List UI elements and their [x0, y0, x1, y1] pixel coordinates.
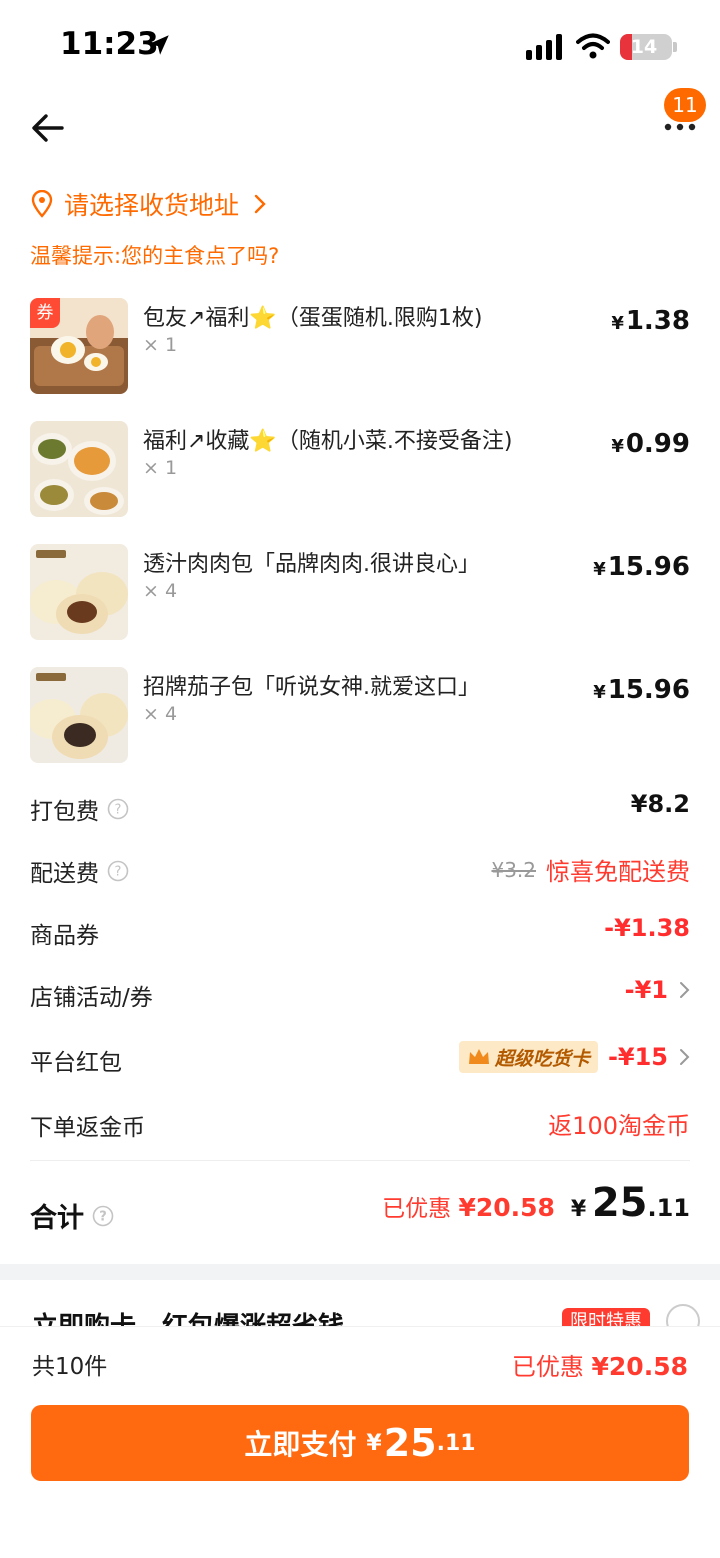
store-activity-label: 店铺活动/券 — [30, 985, 153, 1011]
limited-offer-tag: 限时特惠 — [562, 1308, 650, 1326]
status-bar: 11:23 14 — [0, 0, 720, 96]
item-name: 包友↗福利⭐️（蛋蛋随机.限购1枚) — [143, 306, 483, 331]
item-thumbnail-side-dishes — [30, 421, 128, 517]
promo-radio[interactable] — [666, 1304, 700, 1326]
cellular-signal-icon — [526, 34, 562, 60]
item-name: 透汁肉肉包「品牌肉肉.很讲良心」 — [143, 552, 480, 577]
staple-food-tip: 温馨提示:您的主食点了吗? — [30, 244, 280, 268]
coin-reward-row: 下单返金币 返100淘金币 — [30, 1104, 690, 1144]
status-time: 11:23 — [60, 26, 159, 62]
location-pin-icon — [31, 190, 53, 218]
pay-amount-dec: .11 — [436, 1430, 476, 1456]
delivery-fee-label: 配送费 — [30, 861, 99, 887]
store-activity-value: -¥1 — [624, 976, 668, 1004]
order-item[interactable]: 透汁肉肉包「品牌肉肉.很讲良心」 × 4 ¥15.96 — [30, 544, 690, 642]
battery-level: 14 — [630, 36, 658, 58]
item-price: ¥1.38 — [611, 306, 690, 336]
pay-currency: ¥ — [366, 1430, 382, 1456]
order-item[interactable]: 福利↗收藏⭐️（随机小菜.不接受备注) × 1 ¥0.99 — [30, 421, 690, 519]
item-name: 福利↗收藏⭐️（随机小菜.不接受备注) — [143, 429, 513, 454]
total-saved: 已优惠 ¥20.58 — [382, 1193, 555, 1222]
battery-icon: 14 — [620, 34, 672, 60]
item-price: ¥15.96 — [593, 675, 690, 705]
location-arrow-icon — [149, 35, 169, 55]
pay-amount-int: 25 — [383, 1421, 437, 1465]
item-quantity: × 4 — [143, 703, 178, 725]
delivery-fee-row: 配送费 ? ¥3.2 惊喜免配送费 — [30, 850, 690, 890]
checkout-bar: 共10件 已优惠 ¥20.58 立即支付 ¥ 25 .11 — [0, 1326, 720, 1558]
super-foodie-card-badge[interactable]: 超级吃货卡 — [458, 1041, 598, 1073]
battery-nub — [673, 42, 677, 52]
help-icon[interactable]: ? — [92, 1205, 114, 1227]
crown-icon — [468, 1049, 489, 1064]
svg-text:?: ? — [99, 1209, 107, 1224]
help-icon[interactable]: ? — [107, 798, 129, 820]
delivery-fee-value: 惊喜免配送费 — [546, 858, 690, 886]
packing-fee-row: 打包费 ? ¥8.2 — [30, 788, 690, 828]
order-item[interactable]: 招牌茄子包「听说女神.就爱这口」 × 4 ¥15.96 — [30, 667, 690, 765]
svg-text:?: ? — [115, 803, 122, 818]
address-selector[interactable]: 请选择收货地址 — [30, 186, 267, 222]
total-price: ¥ 25.11 — [570, 1180, 690, 1226]
total-label: 合计 — [30, 1203, 84, 1234]
message-count-badge[interactable]: 11 — [664, 88, 706, 122]
product-coupon-label: 商品券 — [30, 923, 99, 949]
packing-fee-value: ¥8.2 — [630, 790, 690, 818]
store-activity-row[interactable]: 店铺活动/券 -¥1 — [30, 974, 690, 1014]
platform-redpacket-label: 平台红包 — [30, 1050, 122, 1076]
item-thumbnail-eggplant-bun — [30, 667, 128, 763]
platform-redpacket-row[interactable]: 平台红包 超级吃货卡 -¥15 — [30, 1039, 690, 1079]
total-amount-group: 已优惠 ¥20.58 ¥ 25.11 — [382, 1180, 690, 1226]
super-foodie-card-label: 超级吃货卡 — [494, 1047, 590, 1070]
svg-text:?: ? — [115, 865, 122, 880]
coupon-tag: 券 — [30, 298, 60, 328]
section-gap — [0, 1264, 720, 1280]
chevron-right-icon — [254, 194, 266, 214]
vip-card-promo-text: 立即购卡，红包爆涨超省钱 — [32, 1306, 344, 1326]
bottom-saved: 已优惠 ¥20.58 — [511, 1352, 688, 1381]
help-icon[interactable]: ? — [107, 860, 129, 882]
address-label: 请选择收货地址 — [64, 191, 240, 220]
pay-now-label: 立即支付 — [244, 1428, 357, 1461]
platform-redpacket-value: -¥15 — [607, 1043, 668, 1071]
product-coupon-value: -¥1.38 — [604, 914, 690, 942]
back-arrow-icon[interactable] — [30, 110, 66, 146]
coin-reward-value: 返100淘金币 — [548, 1112, 690, 1140]
total-label-group: 合计 ? — [30, 1196, 114, 1235]
packing-fee-label: 打包费 — [30, 799, 99, 825]
item-quantity: × 1 — [143, 457, 178, 479]
chevron-right-icon — [680, 982, 690, 998]
item-quantity: × 1 — [143, 334, 178, 356]
product-coupon-row[interactable]: 商品券 -¥1.38 — [30, 912, 690, 952]
item-name: 招牌茄子包「听说女神.就爱这口」 — [143, 675, 480, 700]
wifi-icon — [576, 33, 610, 59]
item-thumbnail-meat-bun — [30, 544, 128, 640]
coin-reward-label: 下单返金币 — [30, 1115, 145, 1141]
divider — [30, 1160, 690, 1161]
item-price: ¥0.99 — [611, 429, 690, 459]
order-item[interactable]: 券 包友↗福利⭐️（蛋蛋随机.限购1枚) × 1 ¥1.38 — [30, 298, 690, 396]
item-price: ¥15.96 — [593, 552, 690, 582]
item-quantity: × 4 — [143, 580, 178, 602]
delivery-fee-original: ¥3.2 — [491, 857, 536, 882]
item-count: 共10件 — [32, 1354, 108, 1380]
chevron-right-icon — [680, 1049, 690, 1065]
pay-now-button[interactable]: 立即支付 ¥ 25 .11 — [31, 1405, 689, 1481]
vip-card-promo[interactable]: 立即购卡，红包爆涨超省钱 限时特惠 — [0, 1280, 720, 1326]
